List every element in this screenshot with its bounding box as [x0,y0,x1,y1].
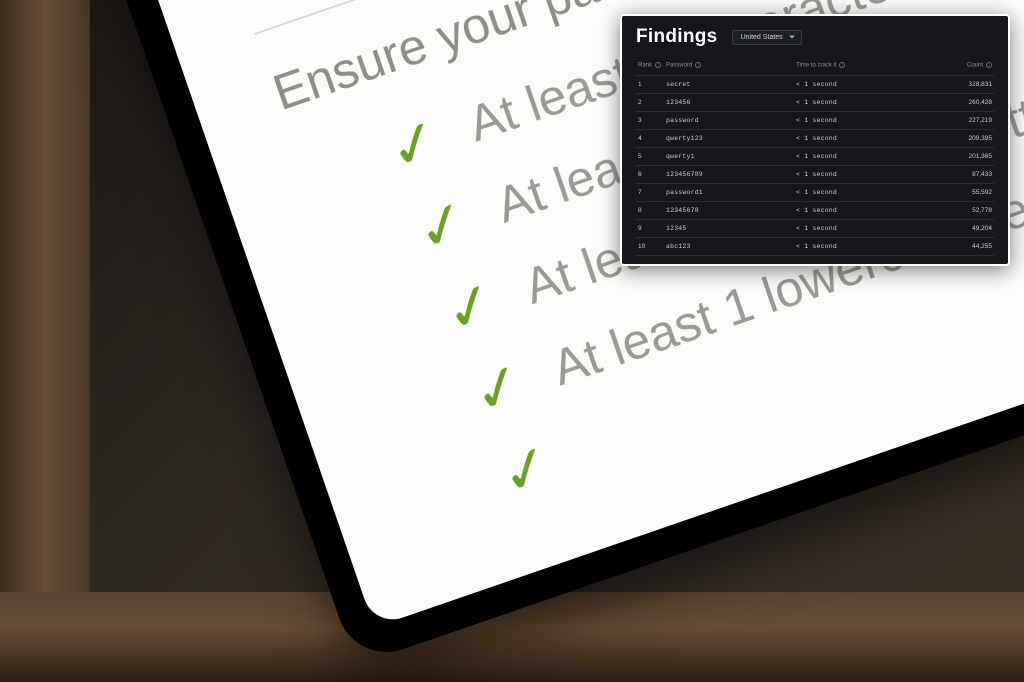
col-header-password[interactable]: Password [664,58,794,75]
cell-count: 49,204 [934,219,994,237]
table-row[interactable]: 2123456< 1 second260,428 [636,93,994,111]
cell-time: < 1 second [794,147,934,165]
cell-password: 123456 [664,93,794,111]
cell-time: < 1 second [794,111,934,129]
cell-time: < 1 second [794,75,934,93]
cell-count: 227,219 [934,111,994,129]
findings-header: Findings United States [636,26,994,48]
cell-count: 201,365 [934,147,994,165]
cell-password: abc123 [664,237,794,255]
country-select[interactable]: United States [732,30,802,45]
check-icon: ✓ [381,108,448,181]
info-icon[interactable] [695,62,701,68]
cell-time: < 1 second [794,93,934,111]
cell-rank: 2 [636,93,664,111]
cell-rank: 5 [636,147,664,165]
cell-rank: 3 [636,111,664,129]
cell-password: password [664,111,794,129]
col-header-label: Rank [638,63,652,69]
findings-table: Rank Password Time to crack it Count 1se… [636,58,994,256]
info-icon[interactable] [986,62,992,68]
cell-count: 260,428 [934,93,994,111]
table-row[interactable]: 6123456789< 1 second87,433 [636,165,994,183]
cell-rank: 8 [636,201,664,219]
cell-count: 55,592 [934,183,994,201]
table-row[interactable]: 7password1< 1 second55,592 [636,183,994,201]
cell-count: 52,778 [934,201,994,219]
check-icon: ✓ [465,352,532,425]
check-icon: ✓ [493,434,560,507]
cell-rank: 4 [636,129,664,147]
cell-password: 12345 [664,219,794,237]
info-icon[interactable] [655,62,661,68]
wood-texture-left [0,0,90,682]
cell-time: < 1 second [794,129,934,147]
table-row[interactable]: 5qwerty1< 1 second201,365 [636,147,994,165]
table-row[interactable]: 912345< 1 second49,204 [636,219,994,237]
cell-password: qwerty123 [664,129,794,147]
cell-password: secret [664,75,794,93]
findings-title: Findings [636,26,718,48]
findings-panel: Findings United States Rank Password Tim… [620,14,1010,266]
cell-count: 209,395 [934,129,994,147]
col-header-label: Password [666,63,692,69]
col-header-label: Time to crack it [796,63,836,69]
col-header-label: Count [967,63,983,69]
check-icon: ✓ [409,190,476,263]
cell-password: 123456789 [664,165,794,183]
cell-count: 44,255 [934,237,994,255]
cell-time: < 1 second [794,201,934,219]
cell-rank: 10 [636,237,664,255]
table-row[interactable]: 1secret< 1 second328,831 [636,75,994,93]
country-selected-value: United States [741,34,783,41]
col-header-rank[interactable]: Rank [636,58,664,75]
cell-password: qwerty1 [664,147,794,165]
col-header-count[interactable]: Count [934,58,994,75]
cell-password: 12345678 [664,201,794,219]
cell-time: < 1 second [794,183,934,201]
table-row[interactable]: 812345678< 1 second52,778 [636,201,994,219]
cell-time: < 1 second [794,165,934,183]
cell-password: password1 [664,183,794,201]
check-icon: ✓ [437,271,504,344]
table-row[interactable]: 3password< 1 second227,219 [636,111,994,129]
table-row[interactable]: 10abc123< 1 second44,255 [636,237,994,255]
cell-rank: 6 [636,165,664,183]
cell-count: 328,831 [934,75,994,93]
cell-time: < 1 second [794,219,934,237]
cell-rank: 7 [636,183,664,201]
col-header-time[interactable]: Time to crack it [794,58,934,75]
cell-time: < 1 second [794,237,934,255]
cell-rank: 9 [636,219,664,237]
cell-count: 87,433 [934,165,994,183]
cell-rank: 1 [636,75,664,93]
table-row[interactable]: 4qwerty123< 1 second209,395 [636,129,994,147]
info-icon[interactable] [839,62,845,68]
